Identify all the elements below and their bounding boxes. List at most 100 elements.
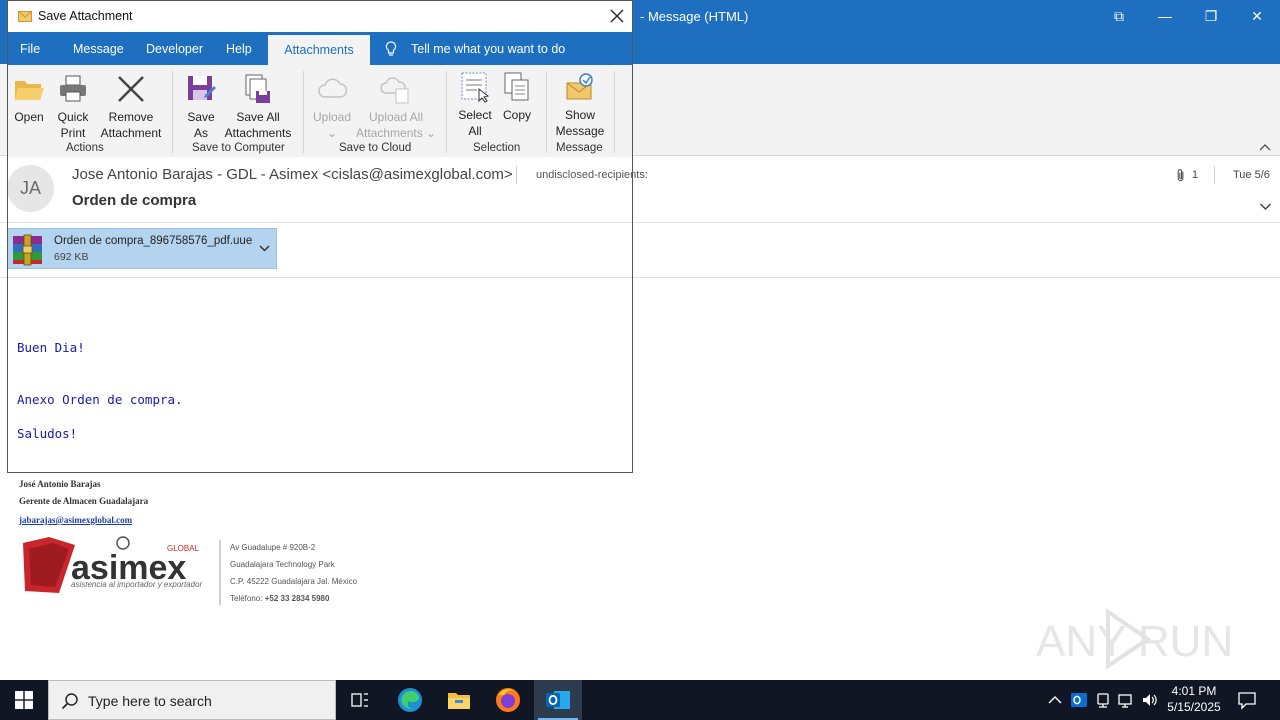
phone-label: Teléfono:: [230, 594, 263, 603]
group-label-selection: Selection: [473, 142, 521, 154]
watermark-text: ANY RUN: [1036, 617, 1233, 666]
signature-role: Gerente de Almacen Guadalajara: [19, 496, 149, 506]
save-as-label-1: Save: [187, 110, 215, 124]
header-divider: [1214, 166, 1215, 184]
cloud-upload-all-icon: [380, 77, 409, 104]
taskbar-firefox[interactable]: [484, 680, 532, 720]
outlook-tray-icon[interactable]: [1070, 691, 1088, 709]
taskbar-search-box[interactable]: Type here to search: [48, 680, 336, 720]
close-window-button[interactable]: ✕: [1234, 0, 1280, 32]
group-label-actions: Actions: [66, 142, 104, 154]
save-all-attachments-button[interactable]: Save All Attachments: [222, 73, 294, 141]
volume-icon[interactable]: [1141, 691, 1159, 709]
device-tray-icon[interactable]: [1094, 691, 1112, 709]
save-attachment-dialog: Save Attachment File Message Developer H…: [7, 0, 633, 473]
attachment-count: 1: [1192, 169, 1199, 181]
remove-label-2: Attachment: [100, 126, 162, 140]
save-all-label-1: Save All: [236, 110, 280, 124]
tab-help[interactable]: Help: [226, 42, 252, 56]
group-label-message: Message: [556, 142, 603, 154]
upload-dropdown-icon: ⌄: [326, 126, 338, 140]
task-view-icon: [351, 693, 368, 707]
network-icon[interactable]: [1117, 691, 1135, 709]
dialog-title: Save Attachment: [38, 9, 133, 23]
tab-attachments[interactable]: Attachments: [268, 35, 370, 65]
show-message-icon: [566, 73, 593, 100]
save-disk-icon: [188, 76, 216, 100]
select-all-button[interactable]: Select All: [456, 71, 494, 139]
tab-file[interactable]: File: [20, 42, 40, 56]
upload-all-label-1: Upload All: [368, 110, 424, 124]
cloud-icon: [318, 78, 348, 98]
phone-number: +52 33 2834 5980: [264, 594, 330, 603]
open-label: Open: [14, 110, 44, 124]
paperclip-icon: [1177, 169, 1184, 182]
start-button[interactable]: [0, 680, 48, 720]
address-line: Av Guadalupe # 920B-2: [230, 543, 316, 552]
copy-label: Copy: [502, 108, 531, 122]
signature-divider: [219, 540, 221, 605]
printer-icon: [60, 75, 86, 102]
taskbar-clock[interactable]: 4:01 PM 5/15/2025: [1163, 683, 1225, 715]
signature-email-link[interactable]: jabarajas@asimexglobal.com: [19, 515, 132, 525]
address-line: C.P. 45222 Guadalajara Jal. México: [230, 577, 358, 586]
search-icon: [61, 693, 78, 710]
folder-icon: [448, 693, 470, 709]
quick-print-label-2: Print: [60, 126, 86, 140]
anyrun-watermark: ANY RUN: [1036, 608, 1233, 670]
quick-print-label-1: Quick: [57, 110, 89, 124]
show-message-label-2: Message: [555, 124, 605, 138]
save-as-button[interactable]: Save As: [184, 73, 218, 141]
screen: - Message (HTML) ⧉ — ❐ ✕ JA Jose Antonio…: [0, 0, 1280, 720]
open-button[interactable]: Open: [12, 73, 46, 125]
task-view-button[interactable]: [336, 680, 384, 720]
minimize-button[interactable]: —: [1142, 0, 1188, 32]
taskbar-file-explorer[interactable]: [435, 680, 483, 720]
copy-button[interactable]: Copy: [500, 71, 534, 123]
expand-header-icon[interactable]: [1259, 202, 1272, 211]
remove-attachment-button[interactable]: Remove Attachment: [98, 73, 164, 141]
close-icon[interactable]: [608, 7, 626, 25]
ribbon-display-options-button[interactable]: ⧉: [1096, 0, 1142, 32]
save-all-icon: [245, 74, 270, 103]
asimex-logo-mark: asimex GLOBAL asistencia al importador y…: [23, 536, 203, 593]
copy-icon: [504, 72, 529, 101]
group-separator: [446, 71, 447, 153]
save-as-label-2: As: [193, 126, 208, 140]
show-message-label-1: Show: [564, 108, 596, 122]
upload-button[interactable]: Upload ⌄: [312, 73, 352, 141]
show-message-button[interactable]: Show Message: [554, 71, 606, 139]
taskbar: Type here to search 4:01 PM 5/15/2025: [0, 680, 1280, 720]
maximize-button[interactable]: ❐: [1188, 0, 1234, 32]
notification-center-icon[interactable]: [1237, 690, 1257, 710]
quick-print-button[interactable]: Quick Print: [54, 73, 92, 141]
asimex-logo: asimex GLOBAL asistencia al importador y…: [19, 535, 219, 597]
remove-x-icon: [118, 76, 144, 102]
upload-all-attachments-button[interactable]: Upload All Attachments ⌄: [356, 73, 436, 141]
clock-date: 5/15/2025: [1167, 700, 1221, 714]
show-hidden-icons-icon[interactable]: [1046, 691, 1064, 709]
group-separator: [303, 71, 304, 153]
group-label-save-to-computer: Save to Computer: [192, 142, 285, 154]
taskbar-outlook[interactable]: [534, 680, 582, 720]
collapse-ribbon-icon[interactable]: [1258, 142, 1272, 152]
select-all-label-2: All: [468, 124, 482, 138]
clock-time: 4:01 PM: [1171, 684, 1217, 698]
address-line: Guadalajara Technology Park: [230, 560, 335, 569]
attachments-ribbon: Open Quick Print Remove Attachment Actio…: [8, 65, 632, 157]
group-separator: [614, 71, 615, 153]
upload-all-label-2: Attachments: [356, 126, 423, 140]
outlook-icon: [546, 691, 570, 709]
firefox-icon: [496, 688, 520, 712]
logo-slogan: asistencia al importador y exportador: [71, 580, 203, 589]
remove-label-1: Remove: [108, 110, 154, 124]
folder-open-icon: [15, 81, 44, 100]
select-all-icon: [461, 72, 490, 103]
taskbar-edge[interactable]: [386, 680, 434, 720]
tell-me-search[interactable]: Tell me what you want to do: [411, 42, 565, 56]
tab-developer[interactable]: Developer: [146, 42, 203, 56]
signature-name: José Antonio Barajas: [19, 479, 101, 489]
upload-all-dropdown-icon: ⌄: [426, 126, 437, 140]
tab-message[interactable]: Message: [73, 42, 124, 56]
upload-label: Upload: [312, 110, 352, 124]
